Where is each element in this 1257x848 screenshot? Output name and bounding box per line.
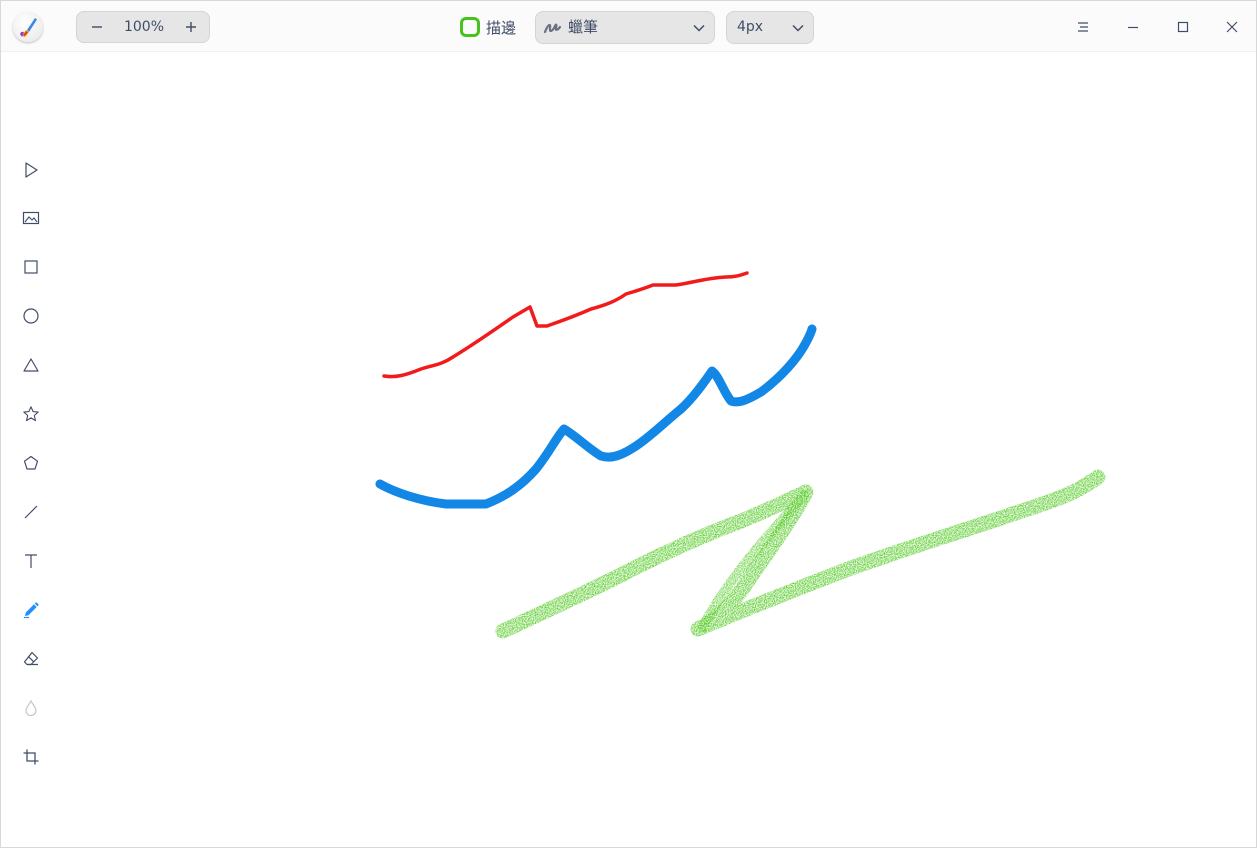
star-tool[interactable] xyxy=(18,401,44,427)
drawing-canvas[interactable] xyxy=(61,53,1256,847)
eraser-icon xyxy=(23,651,39,666)
line-width-label: 4px xyxy=(737,19,764,35)
crop-icon xyxy=(23,749,39,765)
line-tool[interactable] xyxy=(18,499,44,525)
stroke-color-swatch[interactable] xyxy=(460,17,480,37)
pen-icon xyxy=(24,602,39,619)
polygon-tool[interactable] xyxy=(18,450,44,476)
zoom-out-button[interactable] xyxy=(79,12,115,42)
star-icon xyxy=(23,406,39,422)
minimize-button[interactable] xyxy=(1120,14,1146,40)
triangle-icon xyxy=(23,358,39,372)
zoom-control: 100% xyxy=(76,11,210,43)
text-icon xyxy=(25,554,37,568)
crayon-icon xyxy=(543,23,562,34)
rectangle-tool[interactable] xyxy=(18,254,44,280)
minimize-icon xyxy=(1128,26,1138,29)
rectangle-icon xyxy=(24,260,38,274)
pen-tool[interactable] xyxy=(18,597,44,623)
ellipse-tool[interactable] xyxy=(18,303,44,329)
blur-drop-icon xyxy=(25,699,37,717)
line-width-select[interactable]: 4px xyxy=(726,11,814,44)
app-logo-icon xyxy=(13,12,43,42)
stroke-toggle[interactable]: 描邊 xyxy=(460,15,516,39)
image-tool[interactable] xyxy=(18,205,44,231)
stroke-label: 描邊 xyxy=(486,18,517,37)
zoom-value[interactable]: 100% xyxy=(113,12,175,42)
cursor-icon xyxy=(25,162,38,178)
blue-stroke xyxy=(375,324,817,509)
zoom-in-button[interactable] xyxy=(173,12,209,42)
red-stroke xyxy=(382,271,749,379)
select-tool[interactable] xyxy=(18,157,44,183)
crop-tool[interactable] xyxy=(18,744,44,770)
pen-type-select[interactable]: 蠟筆 xyxy=(535,11,715,44)
menu-button[interactable] xyxy=(1070,14,1096,40)
triangle-tool[interactable] xyxy=(18,352,44,378)
maximize-icon xyxy=(1177,21,1189,33)
close-button[interactable] xyxy=(1219,14,1245,40)
maximize-button[interactable] xyxy=(1170,14,1196,40)
text-tool[interactable] xyxy=(18,548,44,574)
pen-type-label: 蠟筆 xyxy=(568,18,599,36)
eraser-tool[interactable] xyxy=(18,646,44,672)
minus-icon xyxy=(92,26,102,28)
image-icon xyxy=(22,211,40,225)
circle-icon xyxy=(23,308,39,324)
blur-tool[interactable] xyxy=(18,695,44,721)
pentagon-icon xyxy=(23,455,39,470)
chevron-down-icon xyxy=(792,24,804,32)
menu-icon xyxy=(1078,22,1088,32)
plus-icon xyxy=(186,22,196,32)
close-icon xyxy=(1226,21,1238,33)
chevron-down-icon xyxy=(693,24,705,32)
line-icon xyxy=(24,505,38,519)
canvas-strokes xyxy=(375,271,1106,639)
title-bar: 100% 描邊 蠟筆 4px xyxy=(1,1,1256,52)
draw-app-window: 100% 描邊 蠟筆 4px xyxy=(0,0,1257,848)
